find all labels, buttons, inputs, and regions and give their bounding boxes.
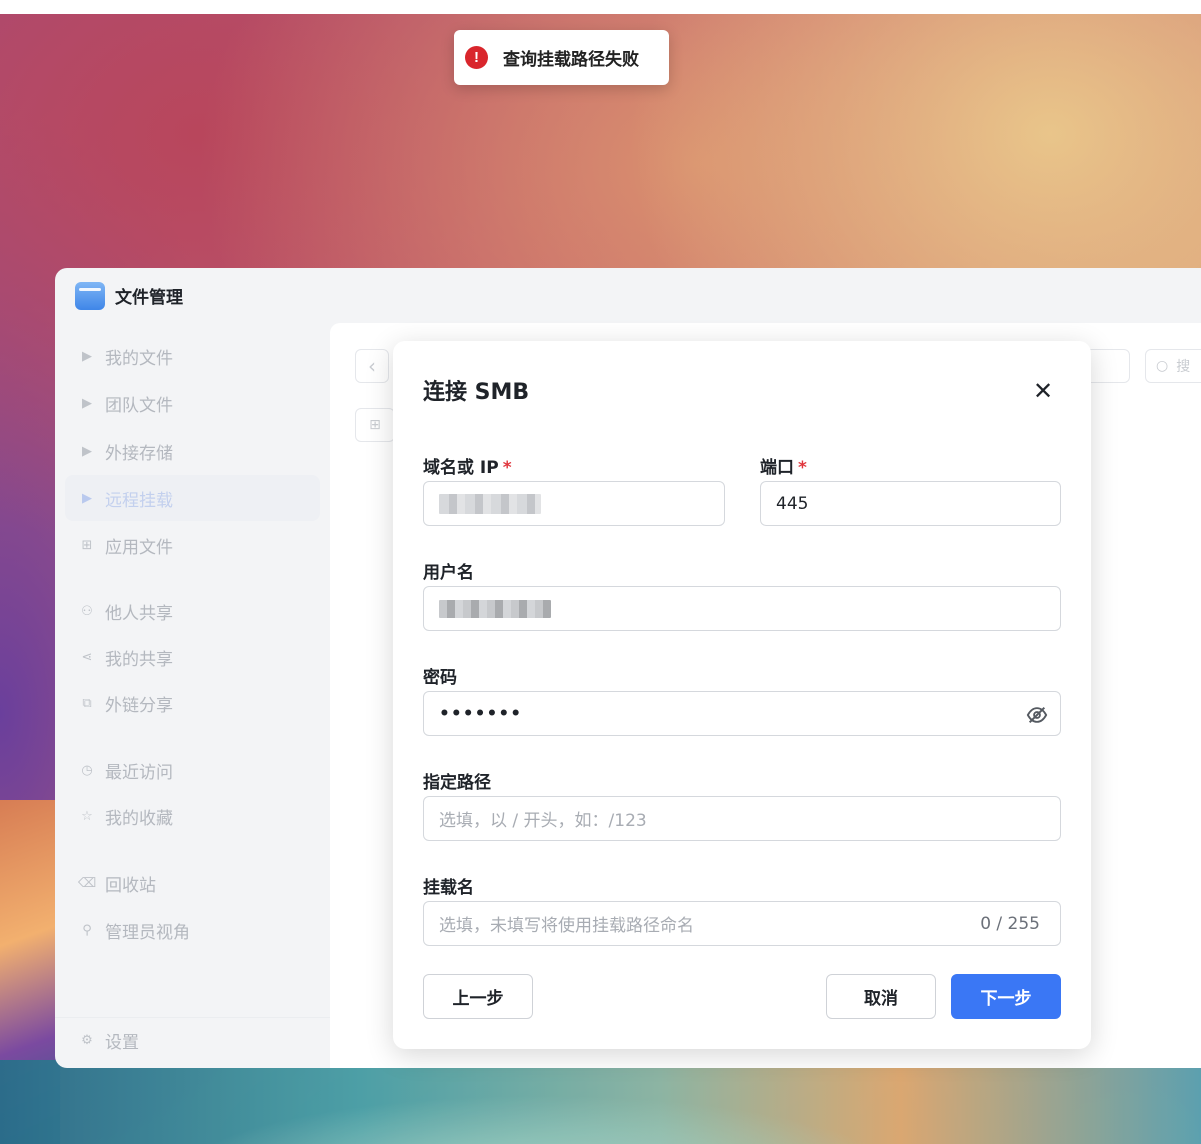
char-counter: 0 / 255 <box>980 914 1040 934</box>
star-icon: ☆ <box>81 808 93 824</box>
redacted-value <box>439 599 551 618</box>
password-value: ••••••• <box>439 703 523 724</box>
folder-icon <box>75 281 105 310</box>
search-placeholder: 搜 <box>1176 359 1191 375</box>
sidebar-item-remote-mount[interactable]: ▶ 远程挂载 <box>65 475 320 521</box>
eye-off-icon[interactable] <box>1026 704 1048 726</box>
password-label: 密码 <box>423 668 457 688</box>
sidebar-item-recent[interactable]: ◷ 最近访问 <box>65 747 320 793</box>
smb-connect-dialog: 连接 SMB ✕ 域名或 IP * 端口 * 445 用户名 密码 ••••••• … <box>393 341 1091 1049</box>
new-folder-icon: ⊞ <box>369 417 381 433</box>
sidebar-item-label: 应用文件 <box>105 537 173 558</box>
toast-message: 查询挂载路径失败 <box>503 50 639 70</box>
caret-right-icon: ▶ <box>82 395 92 411</box>
sidebar-item-label: 他人共享 <box>105 603 173 624</box>
next-step-button[interactable]: 下一步 <box>951 974 1061 1019</box>
path-input[interactable]: 选填，以 / 开头，如：/123 <box>423 796 1061 841</box>
sidebar-item-label: 管理员视角 <box>105 922 190 943</box>
port-input[interactable]: 445 <box>760 481 1061 526</box>
sidebar-item-label: 远程挂载 <box>105 490 173 511</box>
users-icon: ⚇ <box>81 603 93 619</box>
sidebar-item-app-files[interactable]: ⊞ 应用文件 <box>65 522 320 568</box>
error-icon: ! <box>465 46 488 69</box>
mount-name-input[interactable]: 选填，未填写将使用挂载路径命名 0 / 255 <box>423 901 1061 946</box>
chevron-left-icon: ‹ <box>368 354 376 378</box>
sidebar-item-link-shares[interactable]: ⧉ 外链分享 <box>65 680 320 726</box>
sidebar-item-label: 我的共享 <box>105 649 173 670</box>
sidebar-item-shared-with-me[interactable]: ⚇ 他人共享 <box>65 588 320 634</box>
caret-right-icon: ▶ <box>82 348 92 364</box>
sidebar-item-my-shares[interactable]: ⋖ 我的共享 <box>65 634 320 680</box>
search-box[interactable]: ○ 搜 <box>1145 349 1201 383</box>
back-button[interactable]: ‹ <box>355 349 389 383</box>
required-mark: * <box>798 458 807 478</box>
dialog-title: 连接 SMB <box>423 380 530 405</box>
apps-grid-icon: ⊞ <box>81 537 93 553</box>
sidebar-item-admin-view[interactable]: ⚲ 管理员视角 <box>65 907 320 953</box>
mount-name-label: 挂载名 <box>423 878 474 898</box>
cancel-button[interactable]: 取消 <box>826 974 936 1019</box>
mount-name-placeholder: 选填，未填写将使用挂载路径命名 <box>439 916 694 936</box>
username-input[interactable] <box>423 586 1061 631</box>
host-label-text: 域名或 IP <box>423 458 499 478</box>
sidebar-item-external-storage[interactable]: ▶ 外接存储 <box>65 428 320 474</box>
close-button[interactable]: ✕ <box>1028 376 1058 406</box>
sidebar-item-favorites[interactable]: ☆ 我的收藏 <box>65 793 320 839</box>
port-label-text: 端口 <box>760 458 794 478</box>
sidebar-item-label: 设置 <box>105 1032 139 1053</box>
new-folder-button[interactable]: ⊞ <box>355 408 395 442</box>
port-label: 端口 * <box>760 453 807 478</box>
sidebar-item-label: 外链分享 <box>105 695 173 716</box>
username-label: 用户名 <box>423 563 474 583</box>
prev-step-button[interactable]: 上一步 <box>423 974 533 1019</box>
share-icon: ⋖ <box>81 649 93 665</box>
required-mark: * <box>502 458 512 478</box>
port-value: 445 <box>776 493 809 514</box>
external-link-icon: ⧉ <box>82 695 92 711</box>
caret-right-icon: ▶ <box>82 490 92 506</box>
sidebar-item-label: 外接存储 <box>105 443 173 464</box>
gear-icon: ⚙ <box>81 1032 93 1048</box>
clock-icon: ◷ <box>81 762 93 778</box>
sidebar: ▶ 我的文件 ▶ 团队文件 ▶ 外接存储 ▶ 远程挂载 ⊞ 应用文件 ⚇ 他人共… <box>55 323 330 1068</box>
sidebar-item-settings[interactable]: ⚙ 设置 <box>65 1017 320 1063</box>
sidebar-item-label: 团队文件 <box>105 395 173 416</box>
sidebar-item-label: 我的文件 <box>105 348 173 369</box>
app-title: 文件管理 <box>115 288 183 308</box>
window-titlebar: 文件管理 <box>55 268 1201 323</box>
search-icon: ○ <box>1156 358 1169 374</box>
sidebar-item-team-files[interactable]: ▶ 团队文件 <box>65 380 320 426</box>
password-input[interactable]: ••••••• <box>423 691 1061 736</box>
caret-right-icon: ▶ <box>82 443 92 459</box>
redacted-value <box>439 493 541 514</box>
sidebar-item-my-files[interactable]: ▶ 我的文件 <box>65 333 320 379</box>
sidebar-item-label: 最近访问 <box>105 762 173 783</box>
sidebar-item-label: 回收站 <box>105 875 156 896</box>
path-placeholder: 选填，以 / 开头，如：/123 <box>439 811 647 831</box>
wallpaper-swirl-bottom <box>0 1060 1201 1144</box>
host-input[interactable] <box>423 481 725 526</box>
close-icon: ✕ <box>1032 377 1054 405</box>
sidebar-item-label: 我的收藏 <box>105 808 173 829</box>
path-label: 指定路径 <box>423 773 491 793</box>
admin-icon: ⚲ <box>82 922 92 938</box>
sidebar-item-recycle-bin[interactable]: ⌫ 回收站 <box>65 860 320 906</box>
error-toast: ! 查询挂载路径失败 <box>454 30 669 85</box>
host-label: 域名或 IP * <box>423 453 512 478</box>
trash-icon: ⌫ <box>77 875 97 891</box>
